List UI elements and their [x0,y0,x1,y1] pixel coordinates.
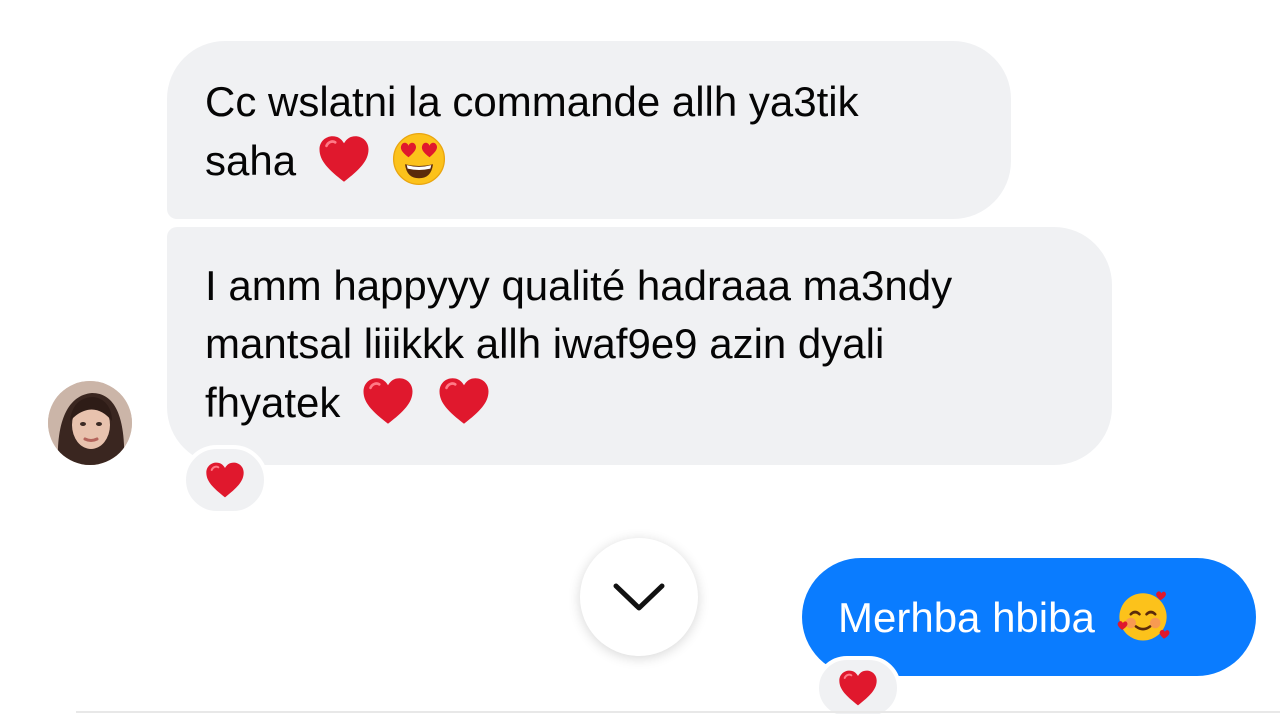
red-heart-icon [360,373,416,429]
message-text-line: saha [205,137,297,184]
chat-thread: Cc wslatni la commande allh ya3tik saha … [0,0,1280,714]
red-heart-icon [839,670,877,706]
message-text-line: I amm happyyy qualité hadraaa ma3ndy [205,262,953,309]
message-text-line: mantsal liiikkk allh iwaf9e9 azin dyali [205,320,885,367]
heart-eyes-face-icon [391,131,447,187]
smiling-face-with-hearts-icon [1115,588,1171,644]
red-heart-icon [436,373,492,429]
red-heart-icon [206,462,244,498]
message-text: Merhba hbiba [838,594,1095,641]
scroll-to-bottom-button[interactable] [580,538,698,656]
message-text-line: Cc wslatni la commande allh ya3tik [205,78,859,125]
composer-divider [76,711,1280,713]
message-text-line: fhyatek [205,379,341,426]
incoming-message-bubble[interactable]: Cc wslatni la commande allh ya3tik saha [167,41,1011,219]
contact-avatar[interactable] [48,381,132,465]
chevron-down-icon [613,583,665,611]
message-reaction-heart[interactable] [815,656,901,714]
message-reaction-heart[interactable] [182,445,268,515]
incoming-message-bubble[interactable]: I amm happyyy qualité hadraaa ma3ndy man… [167,227,1112,465]
red-heart-icon [316,131,372,187]
